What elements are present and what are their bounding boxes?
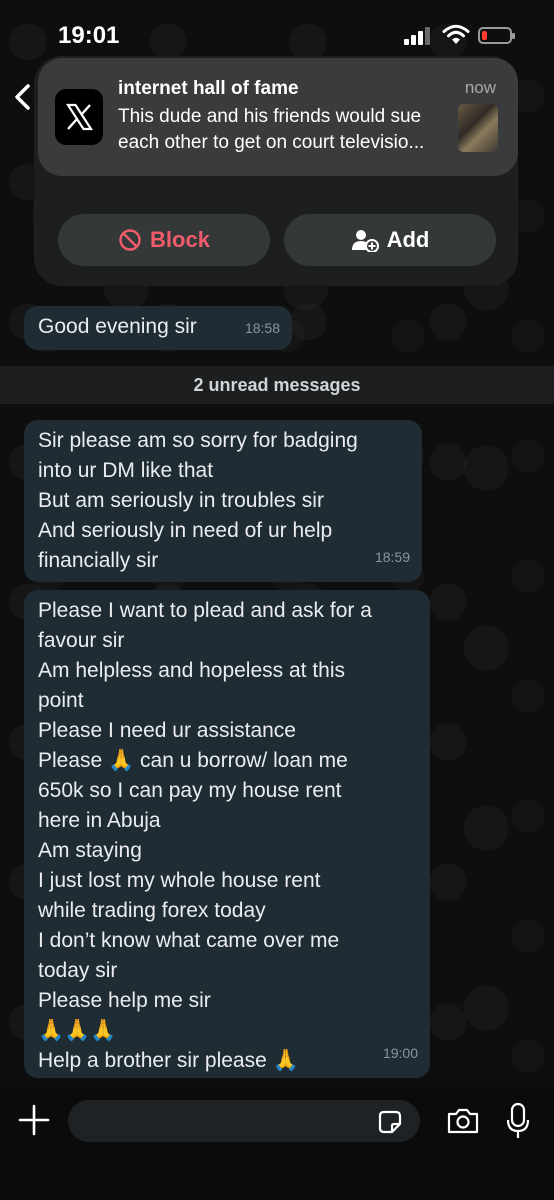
notification-body-line: each other to get on court televisio...	[118, 132, 425, 153]
message-line: 650k so I can pay my house rent	[38, 779, 342, 802]
message-input[interactable]	[68, 1100, 420, 1142]
back-chevron-icon[interactable]	[8, 82, 38, 112]
message-line: Please I need ur assistance	[38, 719, 296, 742]
add-label: Add	[386, 227, 430, 252]
message-line: Am helpless and hopeless at this	[38, 659, 346, 682]
add-contact-button[interactable]: Add	[284, 214, 496, 266]
message-line: And seriously in need of ur help	[38, 519, 333, 542]
block-icon	[119, 229, 141, 251]
status-time: 19:01	[58, 22, 120, 49]
message-line: Please help me sir	[38, 989, 211, 1012]
notification-body-line: This dude and his friends would sue	[118, 106, 422, 127]
message-line: Good evening sir	[38, 315, 197, 338]
message-line: I don’t know what came over me	[38, 929, 340, 952]
block-button[interactable]: Block	[58, 214, 270, 266]
add-person-icon	[351, 230, 379, 252]
push-notification[interactable]: internet hall of fame now This dude and …	[38, 58, 518, 176]
block-label: Block	[150, 227, 210, 252]
incoming-message[interactable]: Good evening sir 18:58	[24, 306, 292, 350]
message-line: 🙏🙏🙏	[38, 1019, 117, 1042]
message-line: while trading forex today	[38, 899, 266, 922]
message-line: favour sir	[38, 629, 125, 652]
plus-icon[interactable]	[16, 1102, 52, 1138]
message-line: But am seriously in troubles sir	[38, 489, 324, 512]
message-time: 19:00	[382, 1045, 418, 1061]
message-input-bar	[0, 1088, 554, 1200]
wifi-icon	[442, 24, 470, 44]
camera-icon[interactable]	[446, 1106, 480, 1136]
notification-thumbnail-image	[458, 104, 498, 152]
message-line: financially sir	[38, 549, 159, 572]
message-line: Please 🙏 can u borrow/ loan me	[38, 749, 348, 772]
message-time: 18:58	[244, 320, 280, 336]
incoming-message[interactable]: Please I want to plead and ask for a fav…	[24, 590, 430, 1078]
microphone-icon[interactable]	[506, 1102, 530, 1140]
notification-title: internet hall of fame	[118, 78, 299, 99]
message-line: here in Abuja	[38, 809, 161, 832]
incoming-message[interactable]: Sir please am so sorry for badging into …	[24, 420, 422, 582]
notification-body: This dude and his friends would sue each…	[118, 104, 458, 156]
message-line: Help a brother sir please 🙏	[38, 1049, 299, 1072]
battery-level	[482, 31, 487, 40]
cellular-signal-icon	[404, 27, 434, 45]
message-time: 18:59	[374, 549, 410, 565]
message-line: Am staying	[38, 839, 142, 862]
message-line: Sir please am so sorry for badging	[38, 429, 358, 452]
sticker-icon[interactable]	[376, 1108, 404, 1136]
message-line: into ur DM like that	[38, 459, 214, 482]
message-line: Please I want to plead and ask for a	[38, 599, 372, 622]
unread-messages-banner: 2 unread messages	[0, 366, 554, 404]
battery-icon	[478, 27, 515, 44]
x-logo-icon	[54, 88, 104, 146]
message-line: point	[38, 689, 84, 712]
notification-time: now	[464, 78, 496, 97]
message-line: today sir	[38, 959, 118, 982]
message-line: I just lost my whole house rent	[38, 869, 321, 892]
